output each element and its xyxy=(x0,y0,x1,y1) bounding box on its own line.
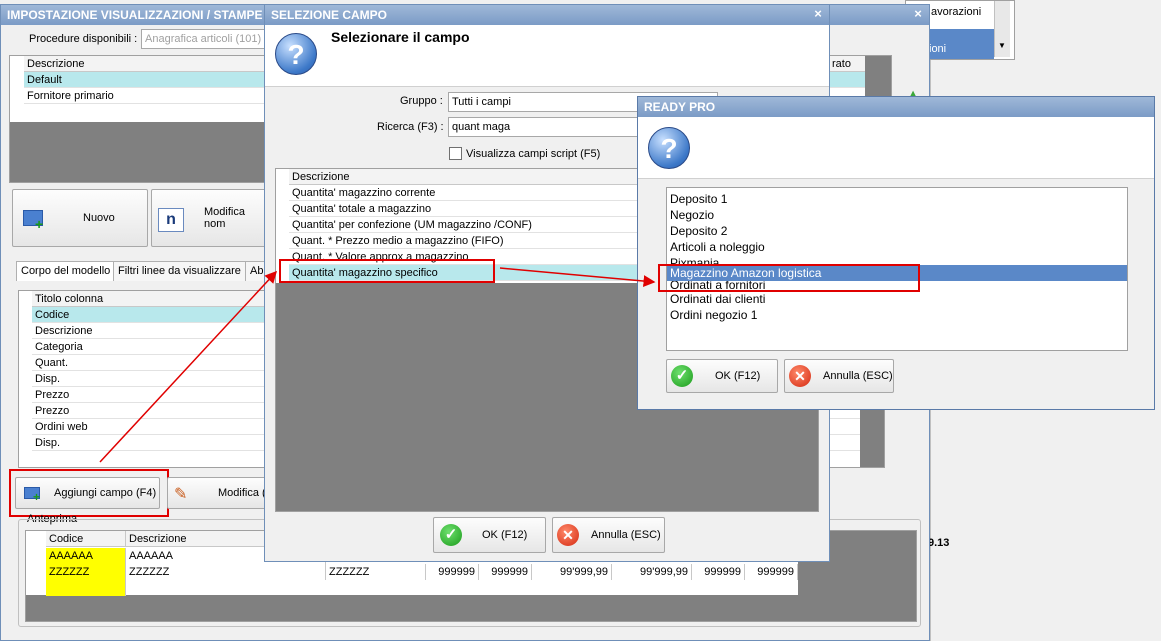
annotation-arrow xyxy=(99,270,278,463)
annotation-arrow xyxy=(499,267,656,288)
annotation-arrows xyxy=(99,267,656,463)
